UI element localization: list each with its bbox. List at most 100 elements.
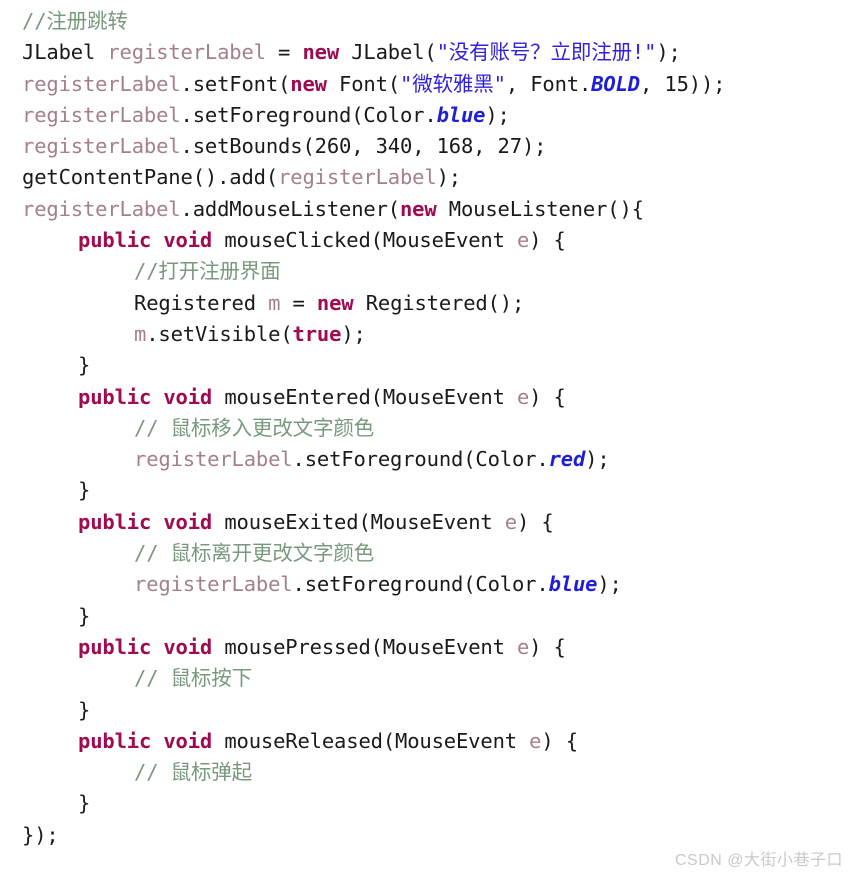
code-line: // 鼠标移入更改文字颜色 [22,413,865,444]
token-punct: ( [370,634,383,659]
token-punct: }); [22,822,59,847]
code-line: public void mouseClicked(MouseEvent e) { [22,225,865,256]
token-type: MouseListener [448,196,608,221]
code-line: // 鼠标按下 [22,663,865,694]
code-line: // 鼠标弹起 [22,757,865,788]
token-punct: ); [585,447,610,472]
token-plain: . [180,196,193,221]
token-keyword: true [292,321,342,346]
token-method: add [229,165,266,190]
token-type: Font [339,71,388,96]
token-method: setFont [192,71,279,96]
token-var: registerLabel [22,71,181,96]
token-punct: , [473,134,498,159]
token-plain: . [536,572,549,597]
token-punct: ); [341,321,366,346]
code-line: registerLabel.addMouseListener(new Mouse… [22,194,865,225]
token-punct: (). [192,165,230,190]
token-punct: ); [485,102,510,127]
token-type: Registered [134,290,256,315]
token-punct: ( [265,165,279,190]
token-string: "微软雅黑" [400,71,506,96]
token-keyword: new [290,71,327,96]
token-type: MouseEvent [382,228,505,253]
token-var: registerLabel [134,572,293,597]
token-plain: . [146,321,159,346]
token-method: mouseClicked [224,228,371,253]
token-method: setForeground [192,102,352,127]
token-punct: ); [597,572,622,597]
token-method: addMouseListener [192,196,388,221]
token-punct: ( [280,321,293,346]
code-lines-container: //注册跳转 JLabel registerLabel = new JLabel(… [22,6,865,851]
code-line: public void mouseEntered(MouseEvent e) { [22,382,865,413]
token-method: setForeground [304,572,464,597]
code-line: m.setVisible(true); [22,319,865,350]
token-keyword: public void [78,634,213,659]
token-punct: ( [424,40,437,65]
code-line: JLabel registerLabel = new JLabel("没有账号？… [22,37,865,68]
code-line: } [22,695,865,726]
code-line: //打开注册界面 [22,256,865,287]
token-type: MouseEvent [382,634,505,659]
code-line: public void mousePressed(MouseEvent e) { [22,632,865,663]
token-plain: . [180,134,193,159]
code-line: // 鼠标离开更改文字颜色 [22,538,865,569]
code-line: public void mouseExited(MouseEvent e) { [22,507,865,538]
watermark-label: CSDN @大街小巷子口 [674,852,843,869]
code-line: //注册跳转 [22,6,865,37]
token-punct: ) { [541,728,578,753]
token-var: registerLabel [107,40,266,65]
token-method: setBounds [192,134,303,159]
token-plain: . [292,572,305,597]
token-type: MouseEvent [370,509,493,534]
token-punct: , [351,134,376,159]
token-keyword: new [316,290,354,315]
token-punct: ); [656,40,681,65]
token-type: Color [475,447,537,472]
token-comment: //打开注册界面 [134,259,281,284]
token-punct: ( [387,196,400,221]
token-punct: ( [302,134,315,159]
token-plain: . [180,71,193,96]
token-punct: ); [436,165,462,190]
token-punct: ( [278,71,291,96]
token-punct: ( [358,509,371,534]
token-type: Color [363,102,425,127]
token-punct: } [78,478,91,503]
token-punct: ) { [529,228,566,253]
token-num: 168 [436,134,474,159]
token-var: e [529,728,542,753]
token-plain: = [265,40,303,65]
token-num: 260 [314,134,352,159]
code-line: public void mouseReleased(MouseEvent e) … [22,726,865,757]
token-keyword: public void [78,228,213,253]
token-var: e [504,509,517,534]
token-comment: // 鼠标离开更改文字颜色 [134,541,375,566]
token-static: blue [436,102,486,127]
token-string: "没有账号？立即注册!" [436,40,657,65]
token-type: MouseEvent [382,384,505,409]
token-var: registerLabel [22,134,181,159]
token-var: e [516,228,530,253]
token-num: 15 [664,71,689,96]
token-punct: ) { [516,509,554,534]
token-num: 27 [497,134,523,159]
code-line: registerLabel.setBounds(260, 340, 168, 2… [22,131,865,162]
code-line: registerLabel.setForeground(Color.blue); [22,100,865,131]
token-var: e [516,634,530,659]
token-method: setForeground [304,447,464,472]
token-plain: . [424,102,437,127]
token-plain: = [280,290,317,315]
token-comment: // 鼠标弹起 [134,760,252,785]
code-line: } [22,788,865,819]
token-var: registerLabel [134,447,293,472]
